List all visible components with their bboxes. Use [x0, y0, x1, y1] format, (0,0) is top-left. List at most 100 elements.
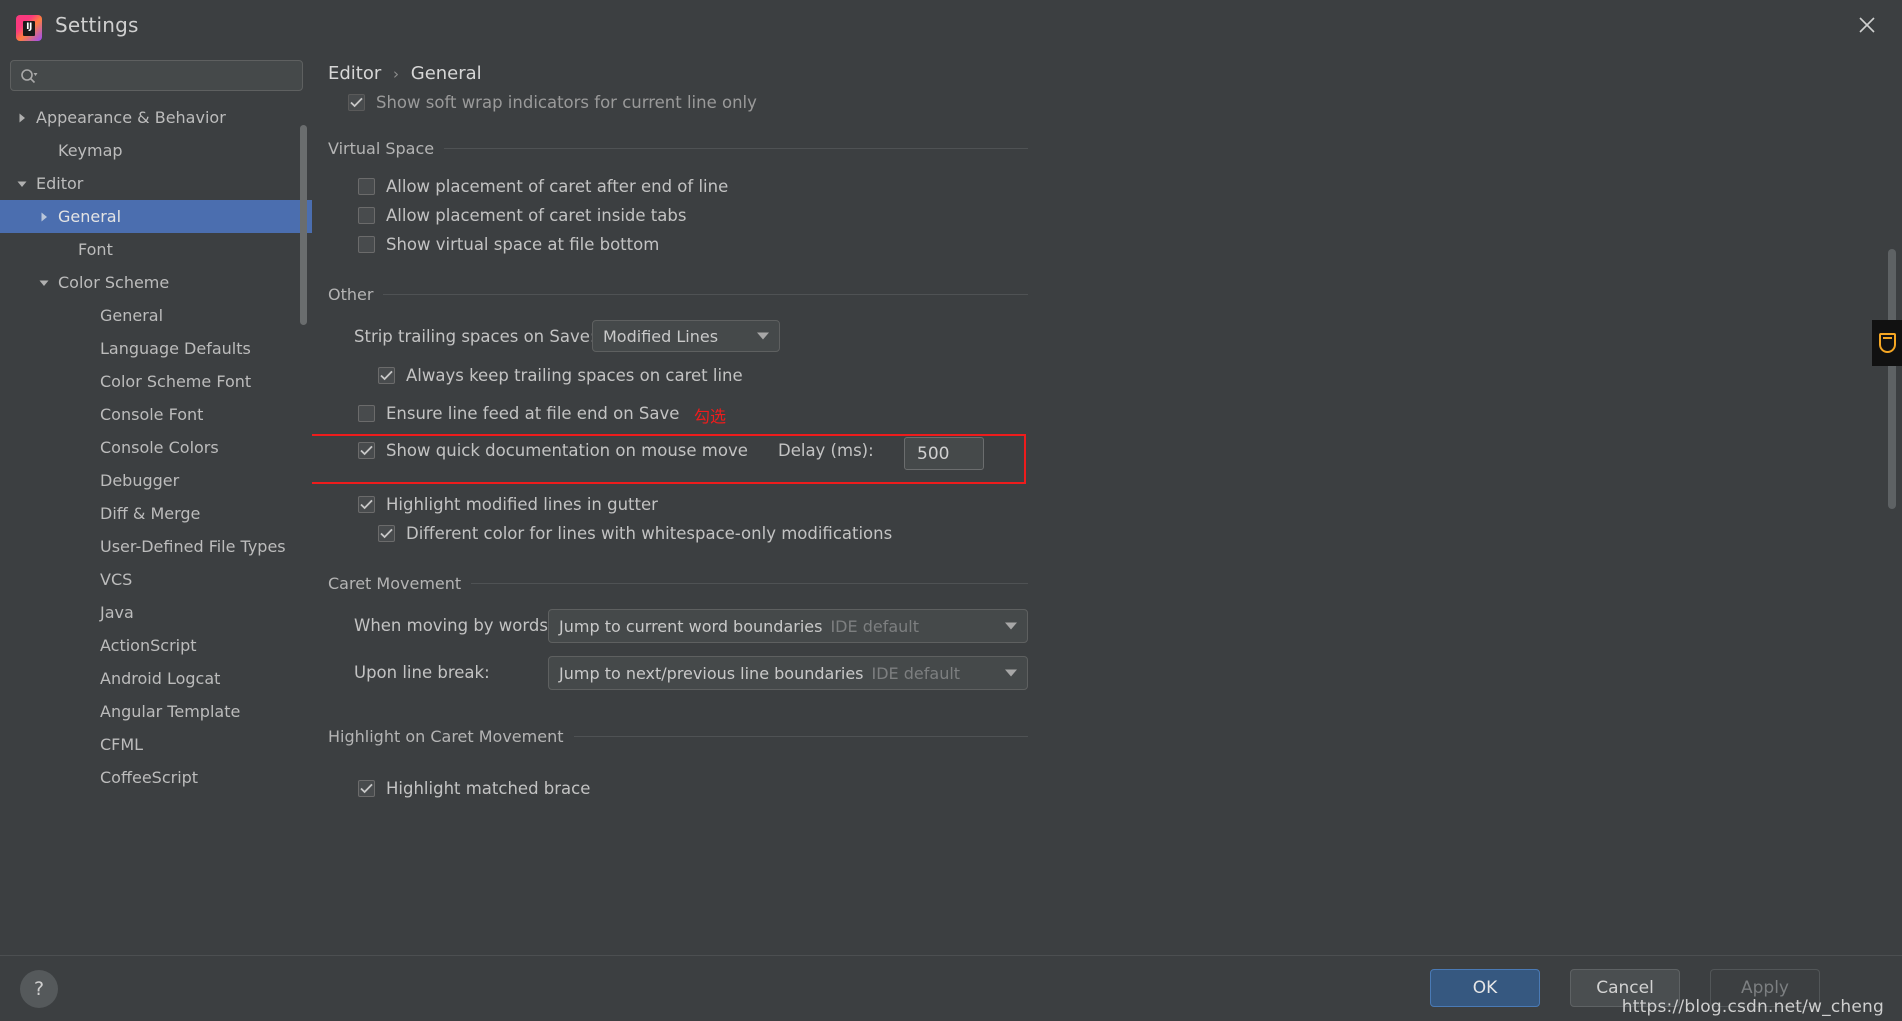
settings-dialog: IJ Settings Appearance & Behavior Keymap…	[0, 0, 1902, 1021]
dropdown-strip-trailing-spaces[interactable]: Modified Lines	[592, 320, 780, 352]
bookmark-icon	[1878, 333, 1896, 353]
checkbox-different-color-whitespace[interactable]	[378, 525, 395, 542]
row-highlight-matched-brace[interactable]: Highlight matched brace	[358, 779, 590, 798]
sidebar-item-editor[interactable]: Editor	[0, 167, 312, 200]
chevron-right-icon[interactable]	[14, 110, 30, 126]
checkbox-caret-after-eol[interactable]	[358, 178, 375, 195]
sidebar-item-label: Color Scheme Font	[100, 372, 252, 391]
section-virtual-space: Virtual Space	[328, 139, 1028, 158]
row-quick-documentation[interactable]: Show quick documentation on mouse move	[358, 441, 748, 460]
dropdown-when-moving-by-words[interactable]: Jump to current word boundaries IDE defa…	[548, 609, 1028, 643]
label-show-soft-wrap: Show soft wrap indicators for current li…	[376, 93, 757, 112]
sidebar-item-vcs[interactable]: VCS	[0, 563, 312, 596]
sidebar-item-cfml[interactable]: CFML	[0, 728, 312, 761]
ok-button[interactable]: OK	[1430, 969, 1540, 1007]
section-title-highlight-caret: Highlight on Caret Movement	[328, 727, 564, 746]
breadcrumb-root[interactable]: Editor	[328, 63, 381, 84]
sidebar-item-general[interactable]: General	[0, 200, 312, 233]
row-ensure-line-feed[interactable]: Ensure line feed at file end on Save	[358, 404, 679, 423]
section-other: Other	[328, 285, 1028, 304]
sidebar-item-label: General	[100, 306, 164, 325]
checkbox-highlight-matched-brace[interactable]	[358, 780, 375, 797]
search-box[interactable]	[10, 60, 303, 91]
row-show-soft-wrap[interactable]: Show soft wrap indicators for current li…	[348, 93, 757, 112]
sidebar-item-label: CFML	[100, 735, 144, 754]
checkbox-caret-inside-tabs[interactable]	[358, 207, 375, 224]
row-caret-after-eol[interactable]: Allow placement of caret after end of li…	[358, 177, 728, 196]
search-input[interactable]	[45, 61, 295, 90]
sidebar-item-coffeescript[interactable]: CoffeeScript	[0, 761, 312, 794]
label-upon-line-break: Upon line break:	[354, 663, 490, 682]
input-delay-ms[interactable]: 500	[904, 437, 984, 470]
row-caret-inside-tabs[interactable]: Allow placement of caret inside tabs	[358, 206, 686, 225]
sidebar-item-label: Editor	[36, 174, 84, 193]
sidebar-item-label: CoffeeScript	[100, 768, 199, 787]
sidebar-item-color-scheme[interactable]: Color Scheme	[0, 266, 312, 299]
checkbox-quick-documentation[interactable]	[358, 442, 375, 459]
row-highlight-modified-lines[interactable]: Highlight modified lines in gutter	[358, 495, 658, 514]
sidebar-item-label: Color Scheme	[58, 273, 170, 292]
checkbox-always-keep-trailing[interactable]	[378, 367, 395, 384]
dropdown-upon-line-break[interactable]: Jump to next/previous line boundaries ID…	[548, 656, 1028, 690]
chevron-down-icon[interactable]	[14, 176, 30, 192]
help-button[interactable]: ?	[20, 970, 58, 1008]
sidebar-item-font[interactable]: Font	[0, 233, 312, 266]
sidebar-item-android-logcat[interactable]: Android Logcat	[0, 662, 312, 695]
sidebar-scrollbar[interactable]	[300, 125, 307, 325]
section-highlight-caret-movement: Highlight on Caret Movement	[328, 727, 1028, 746]
dropdown-words-value: Jump to current word boundaries	[559, 616, 823, 636]
sidebar-item-user-defined-file-types[interactable]: User-Defined File Types	[0, 530, 312, 563]
sidebar-item-language-defaults[interactable]: Language Defaults	[0, 332, 312, 365]
sidebar-item-label: Language Defaults	[100, 339, 251, 358]
edge-panel-icon[interactable]	[1872, 320, 1902, 366]
section-divider	[573, 736, 1028, 737]
chevron-down-icon	[1005, 622, 1017, 630]
label-quick-documentation: Show quick documentation on mouse move	[386, 441, 748, 460]
sidebar-item-diff-merge[interactable]: Diff & Merge	[0, 497, 312, 530]
chevron-right-icon[interactable]	[36, 209, 52, 225]
row-different-color-whitespace[interactable]: Different color for lines with whitespac…	[378, 524, 892, 543]
dropdown-linebreak-value: Jump to next/previous line boundaries	[559, 663, 864, 683]
label-ensure-line-feed: Ensure line feed at file end on Save	[386, 404, 680, 423]
row-virtual-space-bottom[interactable]: Show virtual space at file bottom	[358, 235, 659, 254]
content-panel: Editor › General Show soft wrap indicato…	[312, 55, 1902, 955]
close-icon[interactable]	[1850, 8, 1884, 42]
sidebar-item-general[interactable]: General	[0, 299, 312, 332]
section-title-virtual-space: Virtual Space	[328, 139, 435, 158]
label-highlight-modified-lines: Highlight modified lines in gutter	[386, 495, 658, 514]
general-settings-panel: Show soft wrap indicators for current li…	[312, 89, 1902, 955]
delay-value: 500	[917, 443, 950, 464]
breadcrumb-separator: ›	[393, 65, 400, 83]
row-upon-line-break: Upon line break:	[354, 663, 490, 682]
sidebar-item-console-colors[interactable]: Console Colors	[0, 431, 312, 464]
checkbox-ensure-line-feed[interactable]	[358, 405, 375, 422]
sidebar-item-java[interactable]: Java	[0, 596, 312, 629]
sidebar-item-actionscript[interactable]: ActionScript	[0, 629, 312, 662]
settings-tree: Appearance & Behavior Keymap Editor General…	[0, 101, 312, 841]
sidebar-item-keymap[interactable]: Keymap	[0, 134, 312, 167]
label-when-moving-by-words: When moving by words:	[354, 616, 554, 635]
sidebar-item-label: User-Defined File Types	[100, 537, 286, 556]
checkbox-virtual-space-bottom[interactable]	[358, 236, 375, 253]
chevron-down-icon[interactable]	[36, 275, 52, 291]
sidebar-item-console-font[interactable]: Console Font	[0, 398, 312, 431]
sidebar-item-color-scheme-font[interactable]: Color Scheme Font	[0, 365, 312, 398]
sidebar-item-appearance-behavior[interactable]: Appearance & Behavior	[0, 101, 312, 134]
search-container	[10, 60, 303, 91]
logo-text: IJ	[23, 20, 35, 36]
sidebar-item-label: Angular Template	[100, 702, 241, 721]
sidebar-item-angular-template[interactable]: Angular Template	[0, 695, 312, 728]
checkbox-show-soft-wrap[interactable]	[348, 94, 365, 111]
title-bar: IJ Settings	[0, 0, 1902, 55]
content-scrollbar[interactable]	[1888, 249, 1896, 509]
checkbox-highlight-modified-lines[interactable]	[358, 496, 375, 513]
row-delay: Delay (ms):	[778, 441, 874, 460]
section-caret-movement: Caret Movement	[328, 574, 1028, 593]
sidebar-item-debugger[interactable]: Debugger	[0, 464, 312, 497]
sidebar-item-label: Java	[100, 603, 134, 622]
row-always-keep-trailing[interactable]: Always keep trailing spaces on caret lin…	[378, 366, 743, 385]
section-divider	[471, 583, 1028, 584]
sidebar: Appearance & Behavior Keymap Editor General…	[0, 55, 312, 955]
label-always-keep-trailing: Always keep trailing spaces on caret lin…	[406, 366, 743, 385]
sidebar-item-label: Android Logcat	[100, 669, 221, 688]
